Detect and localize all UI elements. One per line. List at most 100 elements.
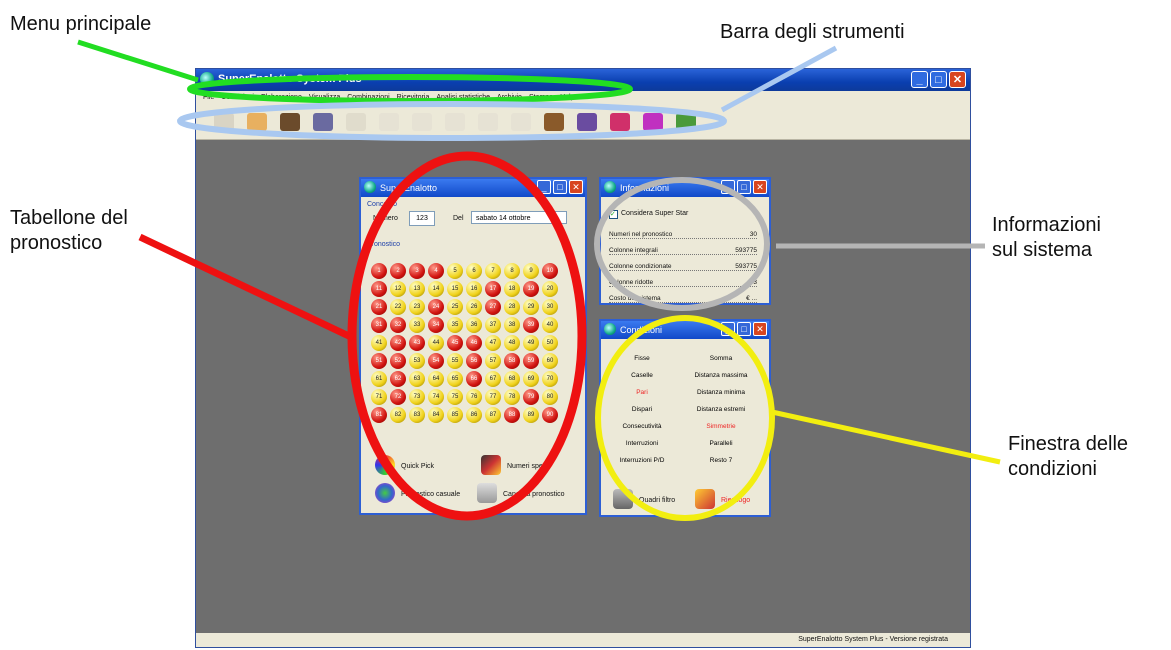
number-ball[interactable]: 74: [428, 389, 444, 405]
number-ball[interactable]: 89: [523, 407, 539, 423]
number-ball[interactable]: 41: [371, 335, 387, 351]
number-ball[interactable]: 51: [371, 353, 387, 369]
number-ball[interactable]: 65: [447, 371, 463, 387]
number-ball[interactable]: 86: [466, 407, 482, 423]
number-ball[interactable]: 83: [409, 407, 425, 423]
number-ball[interactable]: 61: [371, 371, 387, 387]
condition-button[interactable]: Somma: [686, 355, 756, 362]
number-ball[interactable]: 32: [390, 317, 406, 333]
condition-button[interactable]: Consecutività: [607, 423, 677, 430]
number-ball[interactable]: 13: [409, 281, 425, 297]
number-ball[interactable]: 27: [485, 299, 501, 315]
number-ball[interactable]: 35: [447, 317, 463, 333]
number-ball[interactable]: 21: [371, 299, 387, 315]
numeri-speciali-icon[interactable]: [481, 455, 501, 475]
number-ball[interactable]: 44: [428, 335, 444, 351]
condition-button[interactable]: Dispari: [607, 406, 677, 413]
close-icon[interactable]: ✕: [569, 180, 583, 194]
menu-item[interactable]: Combinazioni: [347, 94, 389, 101]
number-ball[interactable]: 9: [523, 263, 539, 279]
conditions-titlebar[interactable]: Condizioni _ □ ✕: [601, 321, 769, 339]
number-ball[interactable]: 23: [409, 299, 425, 315]
trash-icon[interactable]: [477, 483, 497, 503]
close-icon[interactable]: ✕: [753, 180, 767, 194]
maximize-icon[interactable]: □: [930, 71, 947, 88]
riepilogo-button[interactable]: Riepilogo: [721, 497, 750, 504]
number-ball[interactable]: 57: [485, 353, 501, 369]
number-ball[interactable]: 78: [504, 389, 520, 405]
cup-icon[interactable]: [478, 113, 498, 131]
number-ball[interactable]: 76: [466, 389, 482, 405]
number-ball[interactable]: 6: [466, 263, 482, 279]
riepilogo-icon[interactable]: [695, 489, 715, 509]
number-ball[interactable]: 12: [390, 281, 406, 297]
condition-button[interactable]: Paralleli: [686, 440, 756, 447]
open-icon[interactable]: [214, 113, 234, 131]
number-ball[interactable]: 49: [523, 335, 539, 351]
menu-item[interactable]: Condizioni: [221, 94, 254, 101]
number-ball[interactable]: 3: [409, 263, 425, 279]
chart-icon[interactable]: [676, 113, 696, 131]
number-ball[interactable]: 2: [390, 263, 406, 279]
menu-item[interactable]: Ricevitoria: [397, 94, 430, 101]
number-ball[interactable]: 34: [428, 317, 444, 333]
number-ball[interactable]: 5: [447, 263, 463, 279]
filter-icon[interactable]: [346, 113, 366, 131]
number-ball[interactable]: 45: [447, 335, 463, 351]
condition-button[interactable]: Simmetrie: [686, 423, 756, 430]
number-ball[interactable]: 30: [542, 299, 558, 315]
close-icon[interactable]: ✕: [753, 322, 767, 336]
hand-outline-icon[interactable]: [379, 113, 399, 131]
number-ball[interactable]: 22: [390, 299, 406, 315]
number-ball[interactable]: 15: [447, 281, 463, 297]
number-ball[interactable]: 66: [466, 371, 482, 387]
super-star-checkbox[interactable]: ✓: [609, 210, 618, 219]
menu-item[interactable]: Archivio: [497, 94, 522, 101]
prognosis-titlebar[interactable]: SuperEnalotto _ □ ✕: [361, 179, 585, 197]
number-ball[interactable]: 53: [409, 353, 425, 369]
cup2-icon[interactable]: [511, 113, 531, 131]
number-ball[interactable]: 54: [428, 353, 444, 369]
number-ball[interactable]: 43: [409, 335, 425, 351]
number-ball[interactable]: 87: [485, 407, 501, 423]
minimize-icon[interactable]: _: [911, 71, 928, 88]
number-ball[interactable]: 42: [390, 335, 406, 351]
number-ball[interactable]: 55: [447, 353, 463, 369]
number-ball[interactable]: 70: [542, 371, 558, 387]
number-ball[interactable]: 28: [504, 299, 520, 315]
menu-item[interactable]: Visualizza: [309, 94, 340, 101]
erase-icon[interactable]: [280, 113, 300, 131]
maximize-icon[interactable]: □: [737, 322, 751, 336]
number-ball[interactable]: 72: [390, 389, 406, 405]
number-ball[interactable]: 18: [504, 281, 520, 297]
gift-icon[interactable]: [610, 113, 630, 131]
calendar-icon[interactable]: [643, 113, 663, 131]
number-ball[interactable]: 25: [447, 299, 463, 315]
number-ball[interactable]: 37: [485, 317, 501, 333]
number-ball[interactable]: 46: [466, 335, 482, 351]
condition-button[interactable]: Distanza estremi: [686, 406, 756, 413]
condition-button[interactable]: Resto 7: [686, 457, 756, 464]
number-ball[interactable]: 64: [428, 371, 444, 387]
menu-item[interactable]: File: [203, 94, 214, 101]
box-icon[interactable]: [544, 113, 564, 131]
number-ball[interactable]: 4: [428, 263, 444, 279]
condition-button[interactable]: Distanza massima: [686, 372, 756, 379]
number-ball[interactable]: 47: [485, 335, 501, 351]
app-titlebar[interactable]: SuperEnalotto System Plus _ □ ✕: [196, 69, 970, 91]
maximize-icon[interactable]: □: [737, 180, 751, 194]
shield-icon[interactable]: [445, 113, 465, 131]
number-ball[interactable]: 40: [542, 317, 558, 333]
number-ball[interactable]: 73: [409, 389, 425, 405]
number-ball[interactable]: 81: [371, 407, 387, 423]
condition-button[interactable]: Interruzioni P/D: [607, 457, 677, 464]
menu-item[interactable]: Analisi statistiche: [436, 94, 490, 101]
menu-item[interactable]: Stampe: [529, 94, 553, 101]
number-ball[interactable]: 33: [409, 317, 425, 333]
condition-button[interactable]: Caselle: [607, 372, 677, 379]
number-ball[interactable]: 69: [523, 371, 539, 387]
number-ball[interactable]: 11: [371, 281, 387, 297]
number-ball[interactable]: 26: [466, 299, 482, 315]
number-ball[interactable]: 39: [523, 317, 539, 333]
quadri-filtro-button[interactable]: Quadri filtro: [639, 497, 675, 504]
